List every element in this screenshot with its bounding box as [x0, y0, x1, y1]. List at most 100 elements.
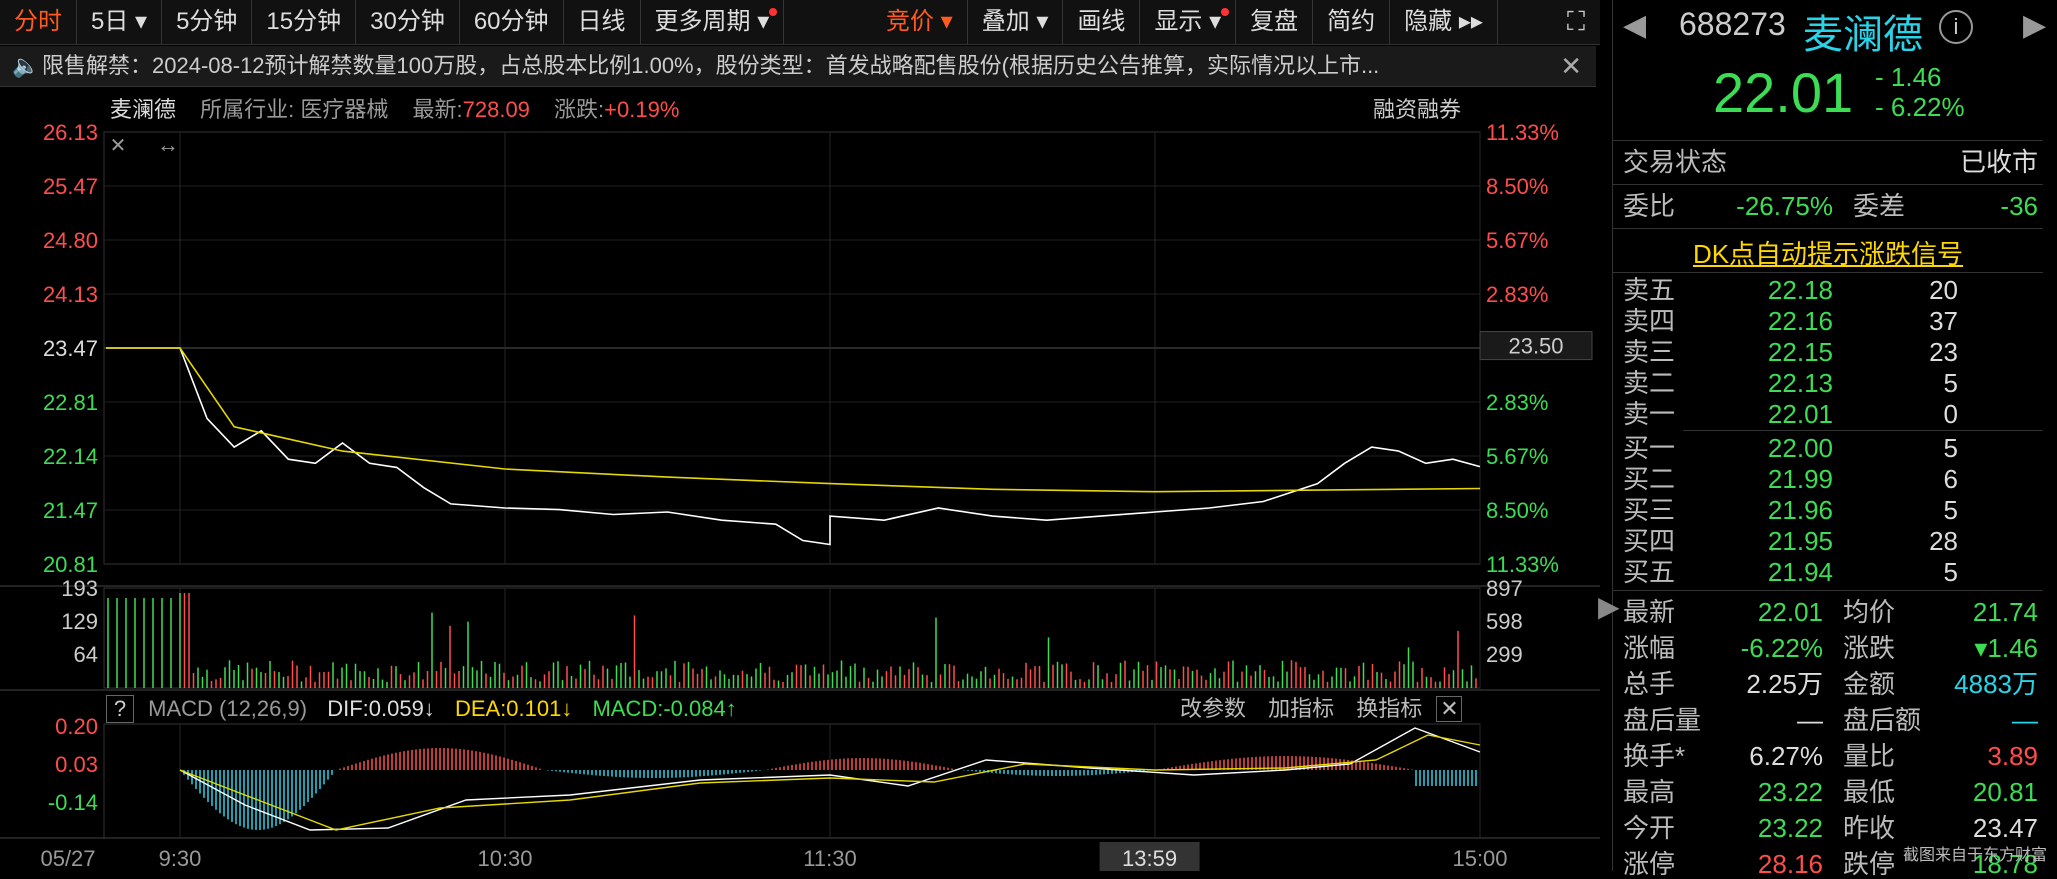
next-stock-icon[interactable]: ▶: [2023, 8, 2046, 43]
order-diff-label: 委差: [1853, 191, 1906, 221]
level-price: 22.01: [1767, 399, 1833, 429]
pct-tick-label: 11.33%: [1486, 120, 1559, 145]
volume-tick-label: 897: [1486, 576, 1523, 601]
stat-label: 跌停: [1843, 849, 1896, 879]
macd-histogram: [183, 748, 1477, 830]
bids-row[interactable]: 买五 21.94 5: [1613, 557, 2057, 587]
cursor-price: 23.50: [1508, 334, 1563, 359]
asks-row[interactable]: 卖二 22.13 5: [1613, 368, 2057, 398]
volume-tick-label: 64: [74, 642, 98, 667]
price-tick-label: 21.47: [43, 498, 98, 523]
level-price: 22.18: [1767, 275, 1833, 305]
pct-tick-label: 8.50%: [1486, 498, 1548, 523]
level-volume: 20: [1929, 275, 1958, 305]
stat-label: 涨停: [1623, 849, 1676, 879]
stat-row: 涨幅 -6.22% 涨跌 ▾1.46: [1613, 633, 2057, 663]
bids-row[interactable]: 买四 21.95 28: [1613, 526, 2057, 556]
stat-value: 4883万: [1954, 669, 2038, 699]
price-change: - 1.46: [1875, 62, 1942, 92]
macd-tick-label: -0.14: [48, 790, 98, 815]
collapse-panel-icon[interactable]: ▶: [1598, 590, 1620, 623]
close-icon: ✕: [110, 135, 127, 157]
asks-row[interactable]: 卖三 22.15 23: [1613, 337, 2057, 367]
time-tick-label: 05/27: [40, 846, 95, 871]
volume-tick-label: 193: [61, 576, 98, 601]
order-diff: -36: [2000, 191, 2038, 221]
close-icon[interactable]: ✕: [1436, 696, 1463, 722]
price-tick-label: 24.13: [43, 282, 98, 307]
stat-label: 涨跌: [1843, 633, 1896, 663]
stat-row: 最高 23.22 最低 20.81: [1613, 777, 2057, 807]
stat-value: ▾1.46: [1974, 633, 2038, 663]
macd-tick-label: 0.03: [55, 752, 98, 777]
help-icon[interactable]: ?: [106, 695, 134, 723]
time-tick-label: 10:30: [477, 846, 532, 871]
stat-value: 28.16: [1757, 849, 1823, 879]
asks-row[interactable]: 卖四 22.16 37: [1613, 306, 2057, 336]
dk-signal-link[interactable]: DK点自动提示涨跌信号: [1613, 234, 2043, 271]
level-label: 卖一: [1623, 399, 1676, 429]
stat-label: 总手: [1623, 669, 1676, 699]
intraday-chart[interactable]: 26.13 11.33% 25.47 8.50% 24.80 5.67% 24.13 2.83…: [0, 0, 1612, 871]
stat-label: 涨幅: [1623, 633, 1676, 663]
stat-label: 今开: [1623, 813, 1676, 843]
stat-value: -6.22%: [1740, 633, 1823, 663]
macd-name: MACD (12,26,9): [148, 696, 308, 721]
resize-arrows-icon: ↔: [157, 132, 179, 157]
level-price: 21.99: [1767, 464, 1833, 494]
prev-stock-icon[interactable]: ◀: [1623, 8, 1646, 43]
level-label: 买一: [1623, 433, 1676, 463]
asks-row[interactable]: 卖一 22.01 0: [1613, 399, 2057, 429]
time-tick-label: 11:30: [803, 846, 856, 871]
info-icon[interactable]: i: [1939, 10, 1973, 44]
add-indicator-button[interactable]: 加指标: [1268, 696, 1334, 721]
pct-tick-label: 8.50%: [1486, 174, 1548, 199]
level-price: 22.00: [1767, 433, 1833, 463]
stat-label: 最低: [1843, 777, 1896, 807]
macd-dea: DEA:0.101↓: [454, 696, 573, 721]
level-volume: 0: [1943, 399, 1958, 429]
level-volume: 37: [1929, 306, 1958, 336]
volume-bars: [107, 593, 1477, 688]
macd-tick-label: 0.20: [55, 714, 98, 739]
level-label: 买四: [1623, 526, 1676, 556]
stat-value: 20.81: [1972, 777, 2038, 807]
volume-tick-label: 299: [1486, 642, 1523, 667]
price-lines: [106, 347, 1481, 831]
level-volume: 5: [1943, 368, 1958, 398]
level-price: 22.13: [1767, 368, 1833, 398]
bids-row[interactable]: 买二 21.99 6: [1613, 464, 2057, 494]
level-volume: 5: [1943, 433, 1958, 463]
volume-tick-label: 598: [1486, 609, 1523, 634]
asks-row[interactable]: 卖五 22.18 20: [1613, 275, 2057, 305]
pct-tick-label: 2.83%: [1486, 390, 1548, 415]
level-price: 21.94: [1767, 557, 1833, 587]
stat-label: 均价: [1843, 597, 1896, 627]
stat-label: 昨收: [1843, 813, 1896, 843]
pct-tick-label: 11.33%: [1486, 552, 1559, 577]
level-label: 买二: [1623, 464, 1676, 494]
price-tick-label: 26.13: [43, 120, 98, 145]
level-label: 卖四: [1623, 306, 1676, 336]
bids-row[interactable]: 买三 21.96 5: [1613, 495, 2057, 525]
stock-name-title: 麦澜德: [1803, 13, 1923, 57]
stat-label: 金额: [1843, 669, 1896, 699]
stat-label: 最新: [1623, 597, 1676, 627]
stat-row: 换手* 6.27% 量比 3.89: [1613, 741, 2057, 771]
change-params-button[interactable]: 改参数: [1180, 696, 1246, 721]
macd-dif: DIF:0.059↓: [327, 696, 435, 721]
switch-indicator-button[interactable]: 换指标: [1356, 696, 1422, 721]
level-label: 卖二: [1623, 368, 1676, 398]
level-price: 21.96: [1767, 495, 1833, 525]
price-line: [106, 347, 1481, 546]
price-change-pct: - 6.22%: [1875, 92, 1965, 122]
macd-buttons: 改参数 加指标 换指标 ✕: [1180, 694, 1463, 724]
stat-label: 盘后额: [1843, 705, 1922, 735]
bids-row[interactable]: 买一 22.00 5: [1613, 433, 2057, 463]
trade-status: 已收市: [1959, 147, 2038, 177]
level-volume: 6: [1943, 464, 1958, 494]
stat-row: 总手 2.25万 金额 4883万: [1613, 669, 2057, 699]
stat-value: 23.22: [1757, 777, 1823, 807]
stat-value: 3.89: [1987, 741, 2038, 771]
stat-label: 量比: [1843, 741, 1896, 771]
